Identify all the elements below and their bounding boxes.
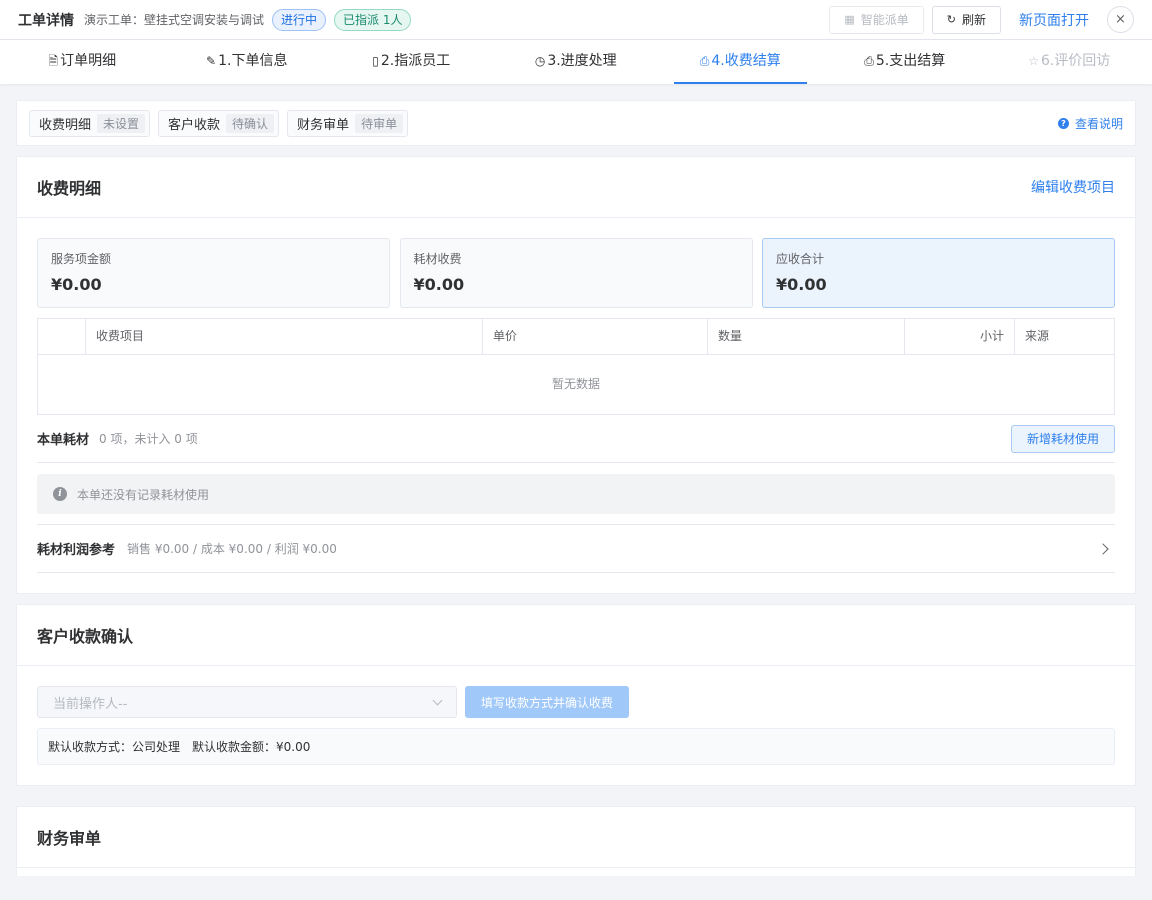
charge-card: 收费明细 编辑收费项目 服务项金额 ¥0.00 耗材收费 ¥0.00 应收合计 ¥0.… [16,156,1136,594]
materials-count: 0 项，未计入 0 项 [99,432,198,446]
tab-label: 6.评价回访 [1040,53,1111,69]
col-charge-item: 收费项目 [86,319,483,354]
pen-icon: ✎ [206,54,217,68]
col-quantity: 数量 [708,319,905,354]
summary-total-receivable: 应收合计 ¥0.00 [762,238,1115,308]
open-new-page-link[interactable]: 新页面打开 [1019,10,1089,30]
chevron-down-icon [432,695,443,705]
tab-expense-settlement[interactable]: ⎙ 5.支出结算 [823,40,988,84]
tab-progress[interactable]: ◷ 3.进度处理 [494,40,659,84]
confirm-payment-button[interactable]: 填写收款方式并确认收费 [465,686,629,718]
help-link[interactable]: ? 查看说明 [1057,115,1123,132]
materials-row: 本单耗材 0 项，未计入 0 项 新增耗材使用 [37,415,1115,463]
chip-charge-detail[interactable]: 收费明细 未设置 [29,109,151,137]
page-title: 工单详情 [18,12,74,29]
close-icon[interactable]: × [1107,6,1134,33]
finance-title: 财务审单 [37,829,102,848]
help-label: 查看说明 [1074,116,1123,131]
document-icon: 🗎 [48,54,59,68]
table-empty: 暂无数据 [551,377,600,391]
payment-card-header: 客户收款确认 [17,605,1135,666]
tab-review[interactable]: ☆ 6.评价回访 [987,40,1152,84]
order-subtitle: 演示工单：壁挂式空调安装与调试 [84,13,265,27]
smart-dispatch-label: 智能派单 [860,13,909,27]
chip-state: 待确认 [226,113,275,133]
printer-icon: ⎙ [699,54,710,68]
charge-card-header: 收费明细 编辑收费项目 [17,157,1135,218]
col-index [38,319,86,354]
tab-bar: 🗎 订单明细 ✎ 1.下单信息 ▯ 2.指派员工 ◷ 3.进度处理 ⎙ 4.收费结算 ⎙ 5… [0,40,1152,84]
tab-order-detail[interactable]: 🗎 订单明细 [0,40,165,84]
refresh-button[interactable]: ↻ 刷新 [931,5,1001,34]
col-subtotal: 小计 [905,319,1015,354]
refresh-label: 刷新 [961,13,986,27]
clock-icon: ◷ [534,54,546,68]
table-header: 收费项目 单价 数量 小计 来源 [38,319,1114,355]
chevron-right-icon[interactable] [1097,542,1109,555]
chip-label: 收费明细 [39,117,92,133]
smart-dispatch-button[interactable]: ▦ 智能派单 [829,5,924,34]
summary-material-charge: 耗材收费 ¥0.00 [399,238,753,308]
tablet-icon: ▯ [372,54,379,68]
dispatch-icon: ▦ [844,13,855,26]
info-icon: i [53,487,67,501]
charge-table: 收费项目 单价 数量 小计 来源 暂无数据 [37,318,1115,415]
chip-customer-payment[interactable]: 客户收款 待确认 [158,109,280,137]
summary-value: ¥0.00 [51,275,102,294]
default-payment-info: 默认收款方式：公司处理 默认收款金额：¥0.00 [37,728,1115,765]
tab-label: 5.支出结算 [875,53,946,69]
payment-title: 客户收款确认 [37,627,134,646]
material-profit-row[interactable]: 耗材利润参考 销售 ¥0.00 / 成本 ¥0.00 / 利润 ¥0.00 [37,524,1115,573]
default-amount: 默认收款金额：¥0.00 [192,740,311,754]
summary-label: 耗材收费 [413,252,462,266]
tab-label: 2.指派员工 [380,53,451,69]
operator-placeholder: 当前操作人-- [53,696,128,712]
finance-card: 财务审单 [16,806,1136,876]
summary-service-amount: 服务项金额 ¥0.00 [37,238,390,308]
chip-label: 财务审单 [297,117,350,133]
materials-title: 本单耗材 [37,433,90,448]
tab-label: 1.下单信息 [218,53,288,69]
printer-icon: ⎙ [864,54,874,68]
col-source: 来源 [1025,329,1050,343]
refresh-icon: ↻ [946,13,956,26]
charge-title: 收费明细 [37,179,102,198]
tab-charge-settlement[interactable]: ⎙ 4.收费结算 [658,40,823,84]
col-unit-price: 单价 [483,319,708,354]
add-material-button[interactable]: 新增耗材使用 [1010,424,1115,453]
profit-summary: 销售 ¥0.00 / 成本 ¥0.00 / 利润 ¥0.00 [127,542,337,556]
status-strip: 收费明细 未设置 客户收款 待确认 财务审单 待审单 ? 查看说明 [16,100,1136,146]
tab-label: 订单明细 [60,53,117,69]
materials-info: i 本单还没有记录耗材使用 [37,474,1115,514]
finance-card-header: 财务审单 [17,807,1135,868]
summary-label: 服务项金额 [51,252,112,266]
summary-row: 服务项金额 ¥0.00 耗材收费 ¥0.00 应收合计 ¥0.00 [37,238,1115,308]
tab-order-info[interactable]: ✎ 1.下单信息 [165,40,330,84]
chip-state: 未设置 [97,113,146,133]
profit-title: 耗材利润参考 [37,543,116,558]
operator-select[interactable]: 当前操作人-- [37,686,457,718]
summary-label: 应收合计 [776,252,825,266]
assigned-badge: 已指派 1人 [334,8,412,31]
summary-value: ¥0.00 [776,275,827,294]
materials-info-text: 本单还没有记录耗材使用 [77,487,210,502]
app-header: 工单详情 演示工单：壁挂式空调安装与调试 进行中 已指派 1人 ▦ 智能派单 ↻ 刷… [0,0,1152,40]
chip-finance-review[interactable]: 财务审单 待审单 [287,109,409,137]
question-icon: ? [1057,117,1069,129]
star-icon: ☆ [1028,54,1039,68]
tab-assign-staff[interactable]: ▯ 2.指派员工 [329,40,494,84]
tab-label: 4.收费结算 [711,53,781,69]
header-actions: ▦ 智能派单 ↻ 刷新 新页面打开 × [821,5,1134,34]
status-badge: 进行中 [272,8,327,31]
default-method: 默认收款方式：公司处理 [48,740,181,754]
chip-label: 客户收款 [168,117,221,133]
edit-charge-items-link[interactable]: 编辑收费项目 [1031,177,1115,197]
chip-state: 待审单 [355,113,404,133]
summary-value: ¥0.00 [413,275,465,294]
payment-card: 客户收款确认 当前操作人-- 填写收款方式并确认收费 默认收款方式：公司处理 默… [16,604,1136,786]
tab-label: 3.进度处理 [547,53,617,69]
